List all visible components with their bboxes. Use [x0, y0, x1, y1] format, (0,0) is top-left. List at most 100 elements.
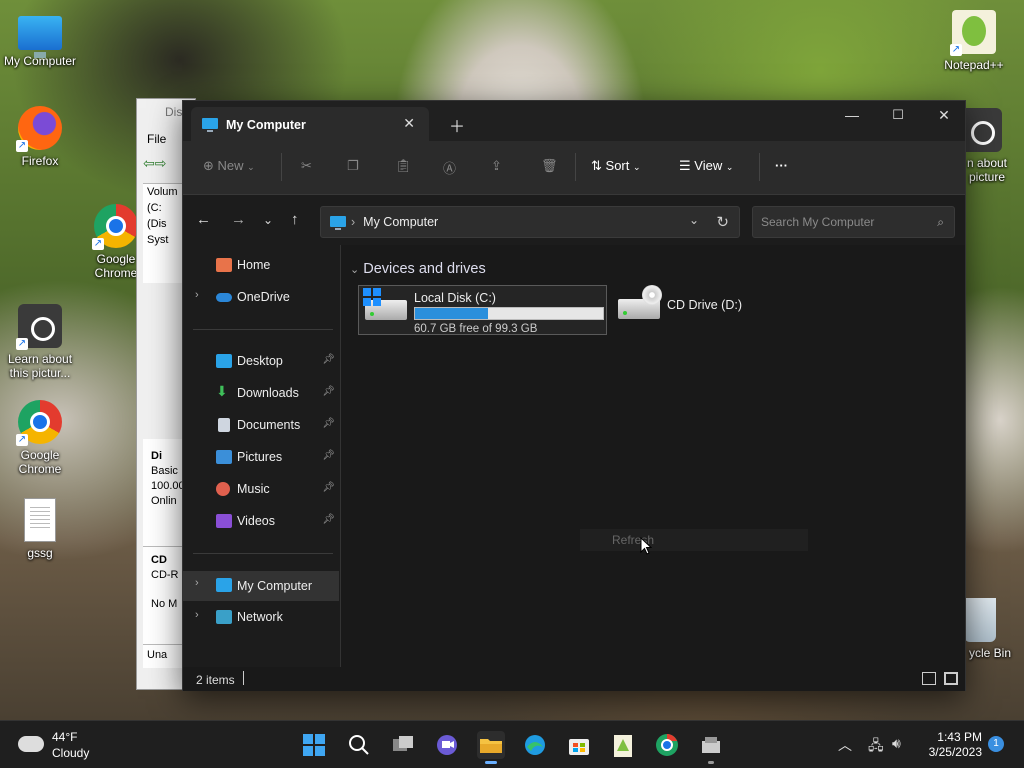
- show-hidden-icons-icon[interactable]: ︿: [838, 735, 852, 755]
- sidebar-item-desktop[interactable]: Desktop 📌︎: [183, 347, 339, 375]
- file-explorer-taskbar-button[interactable]: [477, 731, 505, 764]
- minimize-icon[interactable]: —: [837, 107, 867, 123]
- search-input[interactable]: [753, 207, 923, 237]
- pin-icon[interactable]: 📌︎: [322, 354, 335, 365]
- running-indicator: [708, 761, 714, 764]
- pin-icon[interactable]: 📌︎: [322, 450, 335, 461]
- copy-icon[interactable]: ❐: [347, 158, 359, 174]
- toolbar-divider: [759, 153, 760, 181]
- details-view-icon[interactable]: [922, 672, 936, 685]
- share-icon[interactable]: ⇪: [491, 158, 502, 174]
- disk-management-taskbar-button[interactable]: [697, 731, 725, 764]
- pin-icon[interactable]: 📌︎: [322, 386, 335, 397]
- shortcut-arrow-icon: ↗: [16, 434, 28, 446]
- view-button[interactable]: ☰ View ⌄: [679, 158, 733, 174]
- recent-locations-icon[interactable]: ⌄: [263, 213, 273, 227]
- chrome-icon: ↗: [16, 400, 62, 446]
- pin-icon[interactable]: 📌︎: [322, 482, 335, 493]
- sidebar-item-onedrive[interactable]: › OneDrive: [183, 283, 339, 311]
- drive-usage-fill: [415, 308, 489, 319]
- sidebar-item-label: Desktop: [237, 354, 283, 368]
- file-explorer-window[interactable]: My Computer ✕ ＋ — ☐ ✕ ⊕ New ⌄ ✂ ❐ 📋︎ Ⓐ ⇪…: [182, 100, 966, 691]
- recycle-bin-icon: [964, 598, 996, 642]
- store-taskbar-button[interactable]: [565, 731, 593, 759]
- desktop-icon-label: Google Chrome: [94, 252, 138, 280]
- search-box[interactable]: ⌕: [752, 206, 955, 238]
- close-window-icon[interactable]: ✕: [929, 107, 959, 124]
- weather-condition: Cloudy: [52, 746, 90, 760]
- text-file-icon: [24, 498, 56, 542]
- desktop-icon-label: Notepad++: [944, 58, 1004, 72]
- up-icon[interactable]: ↑: [291, 211, 299, 228]
- chevron-down-icon: ⌄: [350, 264, 360, 276]
- breadcrumb-item[interactable]: My Computer: [363, 215, 438, 229]
- cut-icon[interactable]: ✂: [301, 158, 312, 174]
- desktop-icon-learn-picture[interactable]: ↗ Learn about this pictur...: [0, 304, 80, 380]
- start-button[interactable]: [300, 731, 328, 759]
- pin-icon[interactable]: 📌︎: [322, 418, 335, 429]
- sidebar-divider: [193, 553, 333, 554]
- sidebar-item-label: Downloads: [237, 386, 299, 400]
- task-view-icon: [393, 736, 413, 751]
- back-icon[interactable]: ←: [196, 211, 211, 228]
- drive-name: Local Disk (C:): [414, 291, 496, 305]
- delete-icon[interactable]: 🗑︎: [541, 158, 558, 174]
- desktop-icon-notepadpp[interactable]: ↗ Notepad++: [934, 10, 1014, 72]
- sidebar-item-music[interactable]: Music 📌︎: [183, 475, 339, 503]
- chat-taskbar-button[interactable]: [433, 731, 461, 759]
- menu-file[interactable]: File: [147, 132, 166, 146]
- forward-icon[interactable]: →: [231, 211, 246, 228]
- drive-d-tile[interactable]: CD Drive (D:): [612, 285, 792, 335]
- sidebar-item-downloads[interactable]: ⬇ Downloads 📌︎: [183, 379, 339, 407]
- refresh-icon[interactable]: ↻: [716, 213, 729, 231]
- chevron-right-icon[interactable]: ›: [195, 577, 199, 589]
- network-tray-icon[interactable]: 🖧︎: [868, 735, 884, 759]
- search-taskbar-button[interactable]: [345, 731, 373, 759]
- pin-icon[interactable]: 📌︎: [322, 514, 335, 525]
- desktop-icon-gssg[interactable]: gssg: [0, 498, 80, 560]
- sidebar-item-home[interactable]: Home: [183, 251, 339, 279]
- sort-button[interactable]: ⇅ Sort ⌄: [591, 158, 641, 174]
- group-title: Devices and drives: [363, 261, 486, 277]
- paste-icon[interactable]: 📋︎: [395, 158, 412, 174]
- desktop-icon-recycle-bin[interactable]: ycle Bin: [956, 598, 1024, 660]
- chevron-down-icon: ⌄: [633, 162, 641, 172]
- sidebar-item-my-computer[interactable]: › My Computer: [183, 571, 339, 601]
- new-tab-icon[interactable]: ＋: [449, 113, 465, 137]
- clock[interactable]: 1:43 PM 3/25/2023: [922, 730, 982, 760]
- window-title: Dis: [165, 105, 183, 119]
- edge-taskbar-button[interactable]: [521, 731, 549, 759]
- sidebar-item-network[interactable]: › Network: [183, 603, 339, 631]
- chevron-right-icon[interactable]: ›: [195, 289, 199, 301]
- sidebar-item-pictures[interactable]: Pictures 📌︎: [183, 443, 339, 471]
- content-pane[interactable]: ⌄ Devices and drives Local Disk (C:) 60.7…: [342, 245, 965, 667]
- drive-usage-bar: [414, 307, 604, 320]
- volume-icon[interactable]: 🔊︎: [892, 735, 901, 752]
- notification-badge[interactable]: 1: [988, 736, 1004, 752]
- back-forward-icon[interactable]: ⇦⇨: [143, 155, 166, 172]
- task-view-button[interactable]: [389, 731, 417, 759]
- address-dropdown-icon[interactable]: ⌄: [689, 213, 699, 227]
- large-icons-view-icon[interactable]: [944, 672, 958, 685]
- sidebar-item-documents[interactable]: Documents 📌︎: [183, 411, 339, 439]
- address-bar[interactable]: › My Computer ⌄ ↻: [320, 206, 740, 238]
- sidebar-item-videos[interactable]: Videos 📌︎: [183, 507, 339, 535]
- sidebar-item-label: Documents: [237, 418, 301, 432]
- chrome-taskbar-button[interactable]: [653, 731, 681, 759]
- notepadpp-taskbar-button[interactable]: [609, 731, 637, 759]
- desktop-icon-chrome-2[interactable]: ↗ Google Chrome: [0, 400, 80, 476]
- drive-c-tile[interactable]: Local Disk (C:) 60.7 GB free of 99.3 GB: [358, 285, 607, 335]
- desktop-icon-my-computer[interactable]: My Computer: [0, 10, 80, 68]
- rename-icon[interactable]: Ⓐ: [443, 158, 456, 177]
- sort-label: Sort: [605, 158, 630, 173]
- tab-my-computer[interactable]: My Computer ✕: [191, 107, 429, 141]
- desktop-icon-firefox[interactable]: ↗ Firefox: [0, 106, 80, 168]
- tab-title: My Computer: [226, 118, 306, 132]
- more-options-icon[interactable]: ···: [775, 158, 788, 173]
- new-button[interactable]: ⊕ New ⌄: [203, 158, 255, 174]
- group-header[interactable]: ⌄ Devices and drives: [350, 261, 486, 277]
- breadcrumb[interactable]: › My Computer: [351, 215, 438, 229]
- maximize-icon[interactable]: ☐: [883, 107, 913, 123]
- chevron-right-icon[interactable]: ›: [195, 609, 199, 621]
- close-tab-icon[interactable]: ✕: [403, 115, 415, 132]
